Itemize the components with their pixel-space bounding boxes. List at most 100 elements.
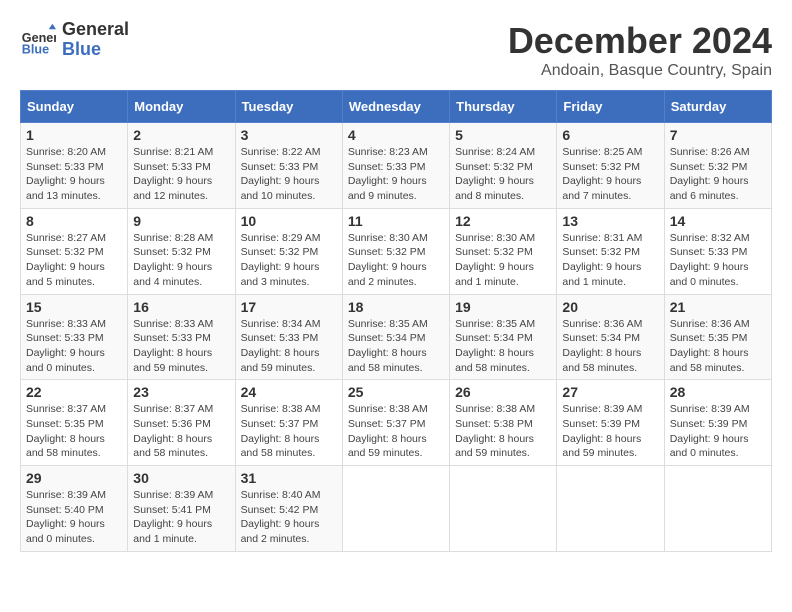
day-detail: Sunrise: 8:39 AM Sunset: 5:39 PM Dayligh… bbox=[670, 402, 766, 461]
calendar-header-sunday: Sunday bbox=[21, 91, 128, 123]
day-number: 1 bbox=[26, 127, 122, 143]
day-detail: Sunrise: 8:35 AM Sunset: 5:34 PM Dayligh… bbox=[455, 317, 551, 376]
calendar-cell: 20 Sunrise: 8:36 AM Sunset: 5:34 PM Dayl… bbox=[557, 294, 664, 380]
day-detail: Sunrise: 8:39 AM Sunset: 5:39 PM Dayligh… bbox=[562, 402, 658, 461]
day-number: 20 bbox=[562, 299, 658, 315]
day-detail: Sunrise: 8:39 AM Sunset: 5:40 PM Dayligh… bbox=[26, 488, 122, 547]
day-detail: Sunrise: 8:40 AM Sunset: 5:42 PM Dayligh… bbox=[241, 488, 337, 547]
calendar-cell: 25 Sunrise: 8:38 AM Sunset: 5:37 PM Dayl… bbox=[342, 380, 449, 466]
title-area: December 2024 Andoain, Basque Country, S… bbox=[508, 20, 772, 80]
calendar-cell: 8 Sunrise: 8:27 AM Sunset: 5:32 PM Dayli… bbox=[21, 208, 128, 294]
calendar-cell: 6 Sunrise: 8:25 AM Sunset: 5:32 PM Dayli… bbox=[557, 123, 664, 209]
calendar-cell: 17 Sunrise: 8:34 AM Sunset: 5:33 PM Dayl… bbox=[235, 294, 342, 380]
calendar-cell: 13 Sunrise: 8:31 AM Sunset: 5:32 PM Dayl… bbox=[557, 208, 664, 294]
calendar-cell: 14 Sunrise: 8:32 AM Sunset: 5:33 PM Dayl… bbox=[664, 208, 771, 294]
day-number: 24 bbox=[241, 384, 337, 400]
calendar-cell: 10 Sunrise: 8:29 AM Sunset: 5:32 PM Dayl… bbox=[235, 208, 342, 294]
calendar-cell: 7 Sunrise: 8:26 AM Sunset: 5:32 PM Dayli… bbox=[664, 123, 771, 209]
calendar-cell: 12 Sunrise: 8:30 AM Sunset: 5:32 PM Dayl… bbox=[450, 208, 557, 294]
day-detail: Sunrise: 8:33 AM Sunset: 5:33 PM Dayligh… bbox=[26, 317, 122, 376]
day-number: 23 bbox=[133, 384, 229, 400]
calendar-header-saturday: Saturday bbox=[664, 91, 771, 123]
day-number: 8 bbox=[26, 213, 122, 229]
calendar-cell: 18 Sunrise: 8:35 AM Sunset: 5:34 PM Dayl… bbox=[342, 294, 449, 380]
calendar-cell: 21 Sunrise: 8:36 AM Sunset: 5:35 PM Dayl… bbox=[664, 294, 771, 380]
day-number: 31 bbox=[241, 470, 337, 486]
calendar-week-row: 29 Sunrise: 8:39 AM Sunset: 5:40 PM Dayl… bbox=[21, 466, 772, 552]
day-detail: Sunrise: 8:30 AM Sunset: 5:32 PM Dayligh… bbox=[455, 231, 551, 290]
calendar-cell: 27 Sunrise: 8:39 AM Sunset: 5:39 PM Dayl… bbox=[557, 380, 664, 466]
calendar-week-row: 15 Sunrise: 8:33 AM Sunset: 5:33 PM Dayl… bbox=[21, 294, 772, 380]
day-number: 19 bbox=[455, 299, 551, 315]
day-detail: Sunrise: 8:22 AM Sunset: 5:33 PM Dayligh… bbox=[241, 145, 337, 204]
day-number: 11 bbox=[348, 213, 444, 229]
day-detail: Sunrise: 8:25 AM Sunset: 5:32 PM Dayligh… bbox=[562, 145, 658, 204]
day-number: 3 bbox=[241, 127, 337, 143]
calendar-header-wednesday: Wednesday bbox=[342, 91, 449, 123]
main-title: December 2024 bbox=[508, 20, 772, 62]
calendar-cell: 19 Sunrise: 8:35 AM Sunset: 5:34 PM Dayl… bbox=[450, 294, 557, 380]
calendar-cell: 16 Sunrise: 8:33 AM Sunset: 5:33 PM Dayl… bbox=[128, 294, 235, 380]
day-number: 7 bbox=[670, 127, 766, 143]
logo-icon: General Blue bbox=[20, 22, 56, 58]
day-number: 30 bbox=[133, 470, 229, 486]
calendar-cell bbox=[342, 466, 449, 552]
day-detail: Sunrise: 8:29 AM Sunset: 5:32 PM Dayligh… bbox=[241, 231, 337, 290]
calendar-cell: 15 Sunrise: 8:33 AM Sunset: 5:33 PM Dayl… bbox=[21, 294, 128, 380]
day-number: 18 bbox=[348, 299, 444, 315]
day-detail: Sunrise: 8:31 AM Sunset: 5:32 PM Dayligh… bbox=[562, 231, 658, 290]
day-number: 28 bbox=[670, 384, 766, 400]
day-detail: Sunrise: 8:38 AM Sunset: 5:38 PM Dayligh… bbox=[455, 402, 551, 461]
calendar-cell: 11 Sunrise: 8:30 AM Sunset: 5:32 PM Dayl… bbox=[342, 208, 449, 294]
calendar-cell: 2 Sunrise: 8:21 AM Sunset: 5:33 PM Dayli… bbox=[128, 123, 235, 209]
day-detail: Sunrise: 8:32 AM Sunset: 5:33 PM Dayligh… bbox=[670, 231, 766, 290]
calendar-cell: 22 Sunrise: 8:37 AM Sunset: 5:35 PM Dayl… bbox=[21, 380, 128, 466]
logo-text: General Blue bbox=[62, 20, 129, 60]
day-detail: Sunrise: 8:38 AM Sunset: 5:37 PM Dayligh… bbox=[241, 402, 337, 461]
calendar-table: SundayMondayTuesdayWednesdayThursdayFrid… bbox=[20, 90, 772, 552]
day-number: 27 bbox=[562, 384, 658, 400]
calendar-week-row: 8 Sunrise: 8:27 AM Sunset: 5:32 PM Dayli… bbox=[21, 208, 772, 294]
day-number: 13 bbox=[562, 213, 658, 229]
day-number: 26 bbox=[455, 384, 551, 400]
day-number: 10 bbox=[241, 213, 337, 229]
calendar-cell: 31 Sunrise: 8:40 AM Sunset: 5:42 PM Dayl… bbox=[235, 466, 342, 552]
day-detail: Sunrise: 8:21 AM Sunset: 5:33 PM Dayligh… bbox=[133, 145, 229, 204]
day-number: 16 bbox=[133, 299, 229, 315]
calendar-cell: 24 Sunrise: 8:38 AM Sunset: 5:37 PM Dayl… bbox=[235, 380, 342, 466]
day-detail: Sunrise: 8:36 AM Sunset: 5:34 PM Dayligh… bbox=[562, 317, 658, 376]
calendar-cell: 1 Sunrise: 8:20 AM Sunset: 5:33 PM Dayli… bbox=[21, 123, 128, 209]
day-number: 9 bbox=[133, 213, 229, 229]
day-number: 17 bbox=[241, 299, 337, 315]
day-detail: Sunrise: 8:20 AM Sunset: 5:33 PM Dayligh… bbox=[26, 145, 122, 204]
day-number: 21 bbox=[670, 299, 766, 315]
calendar-header-monday: Monday bbox=[128, 91, 235, 123]
day-detail: Sunrise: 8:26 AM Sunset: 5:32 PM Dayligh… bbox=[670, 145, 766, 204]
calendar-cell: 3 Sunrise: 8:22 AM Sunset: 5:33 PM Dayli… bbox=[235, 123, 342, 209]
day-number: 25 bbox=[348, 384, 444, 400]
day-number: 29 bbox=[26, 470, 122, 486]
page-header: General Blue General Blue December 2024 … bbox=[20, 20, 772, 80]
day-detail: Sunrise: 8:24 AM Sunset: 5:32 PM Dayligh… bbox=[455, 145, 551, 204]
day-detail: Sunrise: 8:27 AM Sunset: 5:32 PM Dayligh… bbox=[26, 231, 122, 290]
day-detail: Sunrise: 8:38 AM Sunset: 5:37 PM Dayligh… bbox=[348, 402, 444, 461]
day-detail: Sunrise: 8:35 AM Sunset: 5:34 PM Dayligh… bbox=[348, 317, 444, 376]
day-detail: Sunrise: 8:39 AM Sunset: 5:41 PM Dayligh… bbox=[133, 488, 229, 547]
logo-line1: General bbox=[62, 20, 129, 40]
calendar-week-row: 1 Sunrise: 8:20 AM Sunset: 5:33 PM Dayli… bbox=[21, 123, 772, 209]
day-detail: Sunrise: 8:34 AM Sunset: 5:33 PM Dayligh… bbox=[241, 317, 337, 376]
day-number: 2 bbox=[133, 127, 229, 143]
calendar-cell: 29 Sunrise: 8:39 AM Sunset: 5:40 PM Dayl… bbox=[21, 466, 128, 552]
day-number: 14 bbox=[670, 213, 766, 229]
calendar-header-friday: Friday bbox=[557, 91, 664, 123]
day-detail: Sunrise: 8:37 AM Sunset: 5:36 PM Dayligh… bbox=[133, 402, 229, 461]
calendar-cell bbox=[664, 466, 771, 552]
calendar-cell: 28 Sunrise: 8:39 AM Sunset: 5:39 PM Dayl… bbox=[664, 380, 771, 466]
calendar-cell: 30 Sunrise: 8:39 AM Sunset: 5:41 PM Dayl… bbox=[128, 466, 235, 552]
day-detail: Sunrise: 8:28 AM Sunset: 5:32 PM Dayligh… bbox=[133, 231, 229, 290]
day-detail: Sunrise: 8:37 AM Sunset: 5:35 PM Dayligh… bbox=[26, 402, 122, 461]
calendar-cell: 26 Sunrise: 8:38 AM Sunset: 5:38 PM Dayl… bbox=[450, 380, 557, 466]
day-number: 22 bbox=[26, 384, 122, 400]
day-number: 15 bbox=[26, 299, 122, 315]
calendar-cell bbox=[557, 466, 664, 552]
